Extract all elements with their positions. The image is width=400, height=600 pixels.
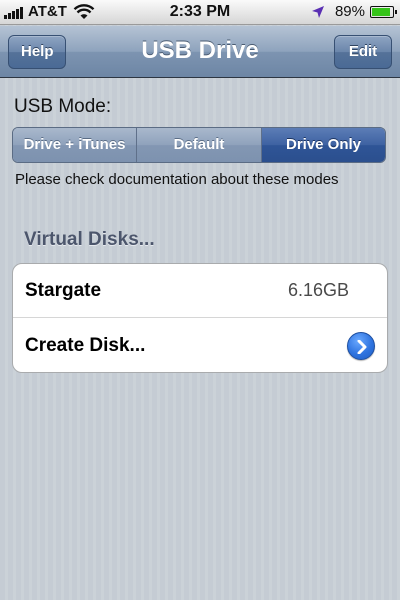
create-disk-label: Create Disk... — [25, 334, 146, 356]
create-disk-row[interactable]: Create Disk... — [13, 318, 387, 372]
disk-size: 6.16GB — [287, 280, 349, 300]
segment-default[interactable]: Default — [137, 128, 262, 162]
location-arrow-icon — [311, 5, 324, 18]
usb-mode-label: USB Mode: — [14, 96, 112, 117]
disk-name: Stargate — [25, 279, 102, 301]
battery-fill — [372, 7, 390, 16]
disk-row-stargate[interactable]: Stargate 6.16GB — [13, 264, 387, 318]
segment-drive-only[interactable]: Drive Only — [262, 128, 385, 162]
status-bar: AT&T 2:33 PM 89% — [0, 0, 400, 25]
disclosure-chevron-icon[interactable] — [347, 332, 375, 360]
virtual-disks-heading: Virtual Disks... — [24, 229, 155, 250]
edit-button[interactable]: Edit — [334, 35, 392, 69]
usb-mode-note: Please check documentation about these m… — [15, 171, 339, 188]
virtual-disks-table: Stargate 6.16GB Create Disk... — [12, 263, 388, 373]
battery-percent: 89% — [334, 3, 365, 20]
segment-drive-itunes[interactable]: Drive + iTunes — [13, 128, 137, 162]
battery-icon — [370, 5, 397, 18]
navigation-bar: Help USB Drive Edit — [0, 26, 400, 78]
usb-mode-segmented-control: Drive + iTunes Default Drive Only — [12, 127, 386, 163]
